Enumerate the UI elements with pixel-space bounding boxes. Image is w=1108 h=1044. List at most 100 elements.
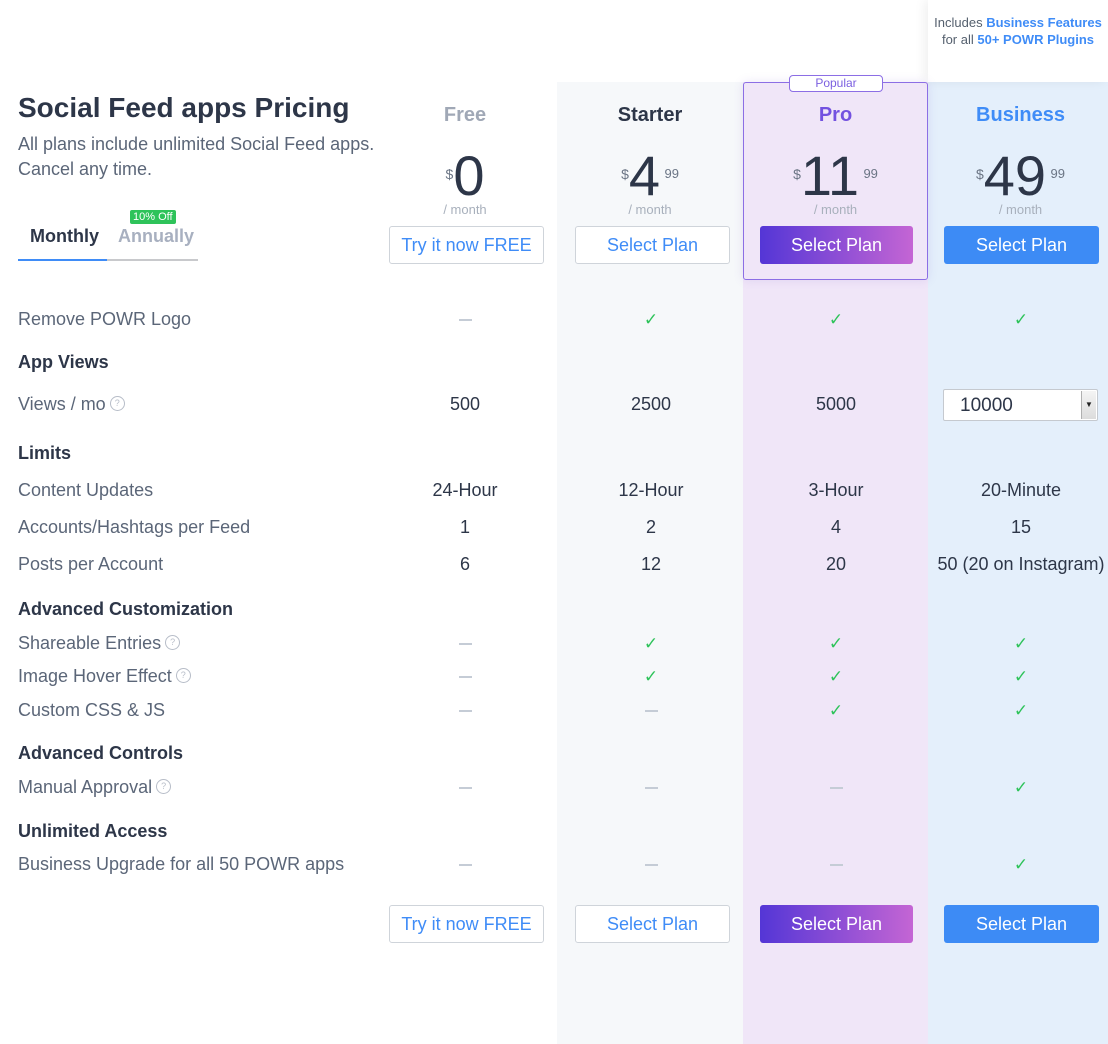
feature-label-approval: Manual Approval? (18, 777, 172, 798)
check-icon: ✓ (1013, 778, 1029, 797)
plan-price-business: $49 99 (928, 148, 1108, 204)
not-included-dash-icon (561, 854, 741, 875)
tab-annually[interactable]: Annually (118, 226, 194, 247)
bottom-select-plan-button-free[interactable]: Try it now FREE (389, 905, 544, 943)
business-views-value: 10000 (960, 395, 1013, 416)
currency-symbol: $ (793, 166, 801, 182)
help-question-icon[interactable]: ? (165, 634, 181, 650)
included-check-cell: ✓ (931, 633, 1108, 654)
page-title: Social Feed apps Pricing (18, 92, 350, 123)
not-included-dash-icon (375, 666, 555, 687)
feature-label-remove-logo: Remove POWR Logo (18, 309, 191, 330)
bottom-select-plan-button-business[interactable]: Select Plan (944, 905, 1099, 943)
check-icon: ✓ (828, 667, 844, 686)
feature-value: 24-Hour (432, 480, 498, 500)
top-select-plan-button-business[interactable]: Select Plan (944, 226, 1099, 264)
check-icon: ✓ (643, 667, 659, 686)
price-amount: 49 (983, 144, 1047, 207)
plan-name-pro: Pro (818, 104, 853, 126)
top-select-plan-button-pro[interactable]: Select Plan (760, 226, 913, 264)
included-check-cell: ✓ (746, 633, 926, 654)
not-included-dash-icon (375, 700, 555, 721)
section-sec-app-views: App Views (18, 352, 109, 372)
feature-label-hover: Image Hover Effect? (18, 666, 191, 687)
not-included-dash-icon (375, 309, 555, 330)
popular-badge: Popular (789, 75, 883, 92)
currency-symbol: $ (975, 166, 984, 182)
included-check-cell: ✓ (931, 666, 1108, 687)
price-amount: 4 (628, 144, 661, 207)
included-check-cell: ✓ (746, 700, 926, 721)
plan-name-free: Free (443, 104, 487, 126)
feature-label-text: Shareable Entries (18, 633, 162, 653)
feature-value: 5000 (815, 394, 857, 414)
feature-label-text: Remove POWR Logo (18, 309, 192, 329)
business-views-select[interactable]: 10000 ▼ (943, 389, 1098, 421)
included-check-cell: ✓ (931, 777, 1108, 798)
feature-label-css: Custom CSS & JS (18, 700, 165, 721)
help-question-icon[interactable]: ? (156, 778, 172, 794)
feature-value: 6 (459, 554, 470, 574)
included-check-cell: ✓ (931, 700, 1108, 721)
currency-symbol: $ (445, 166, 454, 182)
price-cents: 99 (664, 166, 679, 181)
feature-label-text: Content Updates (18, 480, 154, 500)
price-amount: 0 (453, 144, 485, 207)
dropdown-arrow-icon[interactable]: ▼ (1081, 391, 1096, 419)
check-icon: ✓ (1013, 310, 1029, 329)
not-included-dash-icon (746, 777, 926, 798)
included-check-cell: ✓ (561, 633, 741, 654)
feature-label-text: Custom CSS & JS (18, 700, 166, 720)
dash-icon (644, 864, 658, 867)
price-period-free: / month (443, 202, 487, 217)
business-promo: Includes Business Features for all 50+ P… (928, 0, 1108, 82)
check-icon: ✓ (828, 634, 844, 653)
check-icon: ✓ (1013, 634, 1029, 653)
included-check-cell: ✓ (746, 666, 926, 687)
feature-value: 500 (449, 394, 481, 414)
feature-label-text: Manual Approval (18, 777, 153, 797)
check-icon: ✓ (828, 310, 844, 329)
feature-value: 20 (825, 554, 847, 574)
plan-name-business: Business (976, 104, 1065, 126)
section-sec-adv-controls: Advanced Controls (18, 743, 184, 763)
active-tab-indicator (18, 259, 107, 261)
price-amount: 11 (800, 144, 859, 207)
feature-value: 15 (1010, 517, 1032, 537)
not-included-dash-icon (746, 854, 926, 875)
currency-symbol: $ (621, 166, 629, 182)
dash-icon (458, 710, 472, 713)
check-icon: ✓ (643, 634, 659, 653)
feature-label-views: Views / mo? (18, 394, 125, 415)
feature-value: 12-Hour (618, 480, 684, 500)
feature-value: 50 (20 on Instagram) (937, 554, 1105, 574)
feature-value: 3-Hour (808, 480, 864, 500)
not-included-dash-icon (375, 854, 555, 875)
price-period-business: / month (998, 202, 1043, 217)
top-select-plan-button-starter[interactable]: Select Plan (575, 226, 730, 264)
dash-icon (458, 676, 472, 679)
feature-label-accounts: Accounts/Hashtags per Feed (18, 517, 250, 538)
section-sec-unlimited: Unlimited Access (18, 821, 168, 841)
not-included-dash-icon (375, 777, 555, 798)
feature-value: 12 (640, 554, 662, 574)
top-select-plan-button-free[interactable]: Try it now FREE (389, 226, 544, 264)
tab-monthly[interactable]: Monthly (30, 226, 99, 247)
billing-tabs: Monthly Annually (18, 226, 198, 261)
plan-price-free: $0 (372, 148, 558, 204)
plan-price-pro: $11 99 (743, 148, 928, 204)
check-icon: ✓ (828, 701, 844, 720)
bottom-select-plan-button-pro[interactable]: Select Plan (760, 905, 913, 943)
dash-icon (644, 787, 658, 790)
feature-label-text: Views / mo (18, 394, 106, 414)
included-check-cell: ✓ (561, 309, 741, 330)
promo-plugins: 50+ POWR Plugins (977, 32, 1095, 47)
section-sec-limits: Limits (18, 443, 72, 463)
bottom-select-plan-button-starter[interactable]: Select Plan (575, 905, 730, 943)
dash-icon (458, 864, 472, 867)
dash-icon (829, 864, 843, 867)
help-question-icon[interactable]: ? (175, 667, 191, 683)
check-icon: ✓ (1013, 701, 1029, 720)
help-question-icon[interactable]: ? (109, 395, 125, 411)
price-cents: 99 (863, 166, 878, 181)
